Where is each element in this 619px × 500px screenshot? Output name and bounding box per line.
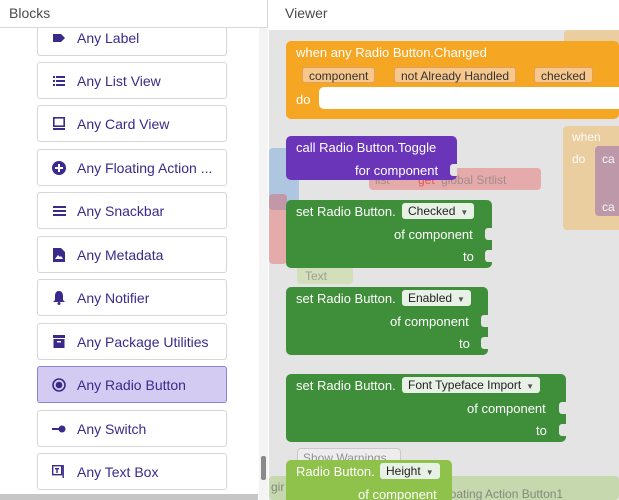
blocks-item-label: Any Card View: [77, 115, 170, 132]
ghost-floating-fragment: loating Action Button1: [447, 487, 564, 500]
chevron-down-icon: ▼: [526, 382, 535, 391]
snackbar-icon: [52, 204, 66, 218]
property-dropdown-checked[interactable]: Checked ▼: [402, 203, 475, 219]
setter-prefix: set Radio Button.: [296, 378, 396, 393]
event-block-radio-changed[interactable]: when any Radio Button.Changed component …: [286, 41, 619, 119]
call-block-arg-label: for component: [355, 163, 439, 178]
blocks-item-any-switch[interactable]: Any Switch: [37, 410, 227, 447]
setter-socket-value[interactable]: [485, 250, 492, 262]
chevron-down-icon: ▼: [425, 468, 434, 477]
param-not-already-handled[interactable]: not Already Handled: [394, 67, 517, 83]
notifier-icon: [52, 290, 66, 305]
call-block-toggle[interactable]: call Radio Button.Toggle for component: [286, 136, 457, 180]
blocks-list: Any Label Any List View Any Card View An…: [0, 28, 258, 500]
setter-arg2: to: [536, 423, 547, 438]
setter-socket-value[interactable]: [559, 424, 566, 436]
setter-socket-value[interactable]: [481, 337, 488, 349]
param-checked[interactable]: checked: [534, 67, 593, 83]
ghost-ca-2: ca: [602, 200, 615, 214]
getter-prefix: Radio Button.: [296, 464, 375, 479]
getter-block-height[interactable]: Radio Button. Height ▼ of component: [286, 460, 452, 500]
blocks-item-label: Any Notifier: [77, 289, 150, 306]
card-view-icon: [52, 117, 66, 131]
label-icon: [52, 31, 66, 45]
call-block-title: call Radio Button.Toggle: [296, 140, 437, 155]
call-block-socket[interactable]: [450, 164, 457, 176]
switch-icon: [52, 422, 66, 436]
setter-socket-component[interactable]: [481, 315, 488, 327]
setter-arg1: of component: [394, 227, 473, 242]
blocks-item-label: Any Snackbar: [77, 202, 165, 219]
blocks-panel-title: Blocks: [0, 0, 267, 28]
setter-prefix: set Radio Button.: [296, 291, 396, 306]
ghost-red-left: [269, 194, 287, 264]
ghost-when-label: when: [572, 130, 601, 144]
setter-arg2: to: [459, 336, 470, 351]
list-view-icon: [52, 74, 66, 88]
setter-block-font-typeface[interactable]: set Radio Button. Font Typeface Import ▼ …: [286, 374, 566, 442]
blocks-item-any-label[interactable]: Any Label: [37, 28, 227, 56]
property-dropdown-height[interactable]: Height ▼: [380, 463, 440, 479]
ghost-do-label: do: [572, 152, 586, 166]
property-dropdown-enabled[interactable]: Enabled ▼: [402, 290, 471, 306]
event-do-label: do: [296, 92, 311, 107]
blocks-item-any-radio-button[interactable]: Any Radio Button: [37, 366, 227, 403]
blocks-item-any-notifier[interactable]: Any Notifier: [37, 279, 227, 316]
blocks-item-label: Any Switch: [77, 420, 147, 437]
radio-button-icon: [52, 377, 66, 392]
property-label: Height: [386, 464, 421, 478]
blocks-item-any-floating-action[interactable]: Any Floating Action ...: [37, 149, 227, 186]
chevron-down-icon: ▼: [457, 295, 465, 304]
blocks-item-label: Any Label: [77, 29, 140, 46]
getter-arg1: of component: [358, 487, 437, 500]
setter-arg1: of component: [390, 314, 469, 329]
event-do-slot[interactable]: [319, 87, 619, 109]
blocks-item-any-package-utilities[interactable]: Any Package Utilities: [37, 323, 227, 360]
blocks-item-any-snackbar[interactable]: Any Snackbar: [37, 192, 227, 229]
blocks-item-label: Any Text Box: [77, 463, 159, 480]
blocks-item-label: Any Metadata: [77, 246, 164, 263]
property-label: Enabled: [408, 291, 453, 305]
blocks-item-label: Any Package Utilities: [77, 333, 209, 350]
blocks-scrollbar-thumb[interactable]: [261, 456, 266, 480]
ghost-text-label: Text: [305, 269, 328, 283]
ghost-ca-1: ca: [602, 152, 615, 166]
property-label: Checked: [408, 204, 456, 218]
floating-action-icon: [52, 160, 66, 175]
text-box-icon: [52, 465, 66, 479]
blocks-item-any-metadata[interactable]: Any Metadata: [37, 236, 227, 273]
viewer-title: Viewer: [269, 0, 619, 28]
viewer-panel: Viewer when do ca ca list get global Srt…: [269, 0, 619, 500]
ghost-gir-fragment: gir: [271, 480, 285, 494]
setter-socket-component[interactable]: [559, 402, 566, 414]
property-label: Font Typeface Import: [408, 378, 522, 392]
property-dropdown-font-typeface[interactable]: Font Typeface Import ▼: [402, 377, 541, 393]
param-component[interactable]: component: [302, 67, 376, 83]
blocks-panel: Blocks Any Label Any List View Any Card …: [0, 0, 268, 500]
metadata-icon: [52, 247, 66, 262]
event-block-title: when any Radio Button.Changed: [296, 45, 487, 60]
blocks-item-label: Any Radio Button: [77, 376, 186, 393]
blocks-item-any-text-box[interactable]: Any Text Box: [37, 453, 227, 490]
blocks-workspace[interactable]: when do ca ca list get global Srtlist Te…: [269, 30, 619, 500]
blocks-item-any-card-view[interactable]: Any Card View: [37, 105, 227, 142]
setter-prefix: set Radio Button.: [296, 204, 396, 219]
setter-socket-component[interactable]: [485, 228, 492, 240]
blocks-horizontal-scrollbar[interactable]: [0, 494, 258, 500]
blocks-item-any-list-view[interactable]: Any List View: [37, 62, 227, 99]
setter-arg1: of component: [467, 401, 546, 416]
package-icon: [52, 335, 66, 349]
blocks-item-label: Any List View: [77, 72, 161, 89]
blocks-item-label: Any Floating Action ...: [77, 159, 213, 176]
setter-arg2: to: [463, 249, 474, 264]
setter-block-enabled[interactable]: set Radio Button. Enabled ▼ of component …: [286, 287, 488, 355]
setter-block-checked[interactable]: set Radio Button. Checked ▼ of component …: [286, 200, 492, 268]
blocks-scrollbar-track[interactable]: [259, 28, 268, 500]
chevron-down-icon: ▼: [460, 208, 469, 217]
